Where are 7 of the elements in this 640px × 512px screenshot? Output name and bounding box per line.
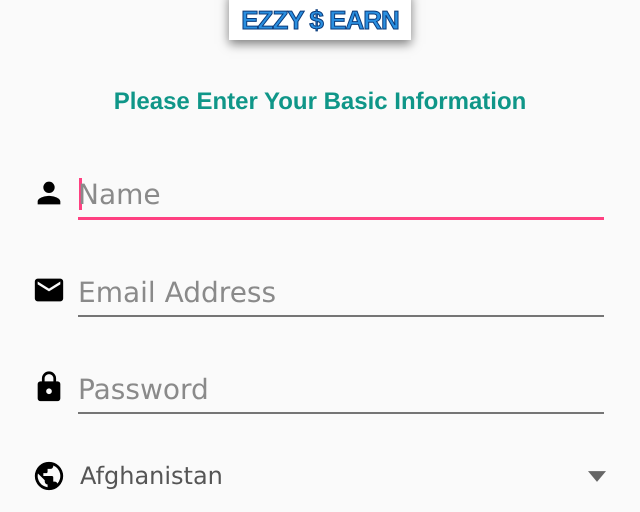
globe-icon [32, 459, 66, 493]
input-field[interactable]: Email Address [78, 272, 604, 317]
form-heading: Please Enter Your Basic Information [112, 88, 528, 116]
dropdown-arrow-icon [588, 470, 606, 482]
country-dropdown[interactable]: Afghanistan [78, 462, 606, 490]
logo: EZZY $ EARN [229, 0, 411, 40]
input-field[interactable]: Password [78, 369, 604, 414]
